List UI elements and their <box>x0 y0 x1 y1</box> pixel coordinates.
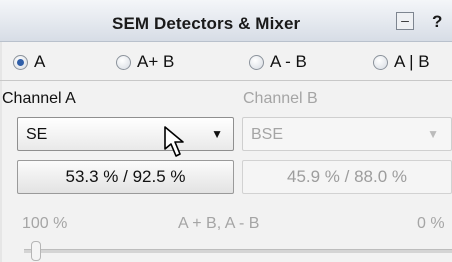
window-title: SEM Detectors & Mixer <box>112 14 301 33</box>
radio-icon <box>249 54 264 70</box>
channel-a-values-button[interactable]: 53.3 % / 92.5 % <box>17 160 234 194</box>
radio-label: A - B <box>270 52 307 71</box>
channel-b-values-button[interactable]: 45.9 % / 88.0 % <box>242 160 452 194</box>
mixer-slider-track[interactable] <box>24 249 452 253</box>
radio-label: A+ B <box>137 52 175 71</box>
chevron-down-icon: ▼ <box>211 127 223 141</box>
channel-a-label: Channel A <box>2 90 76 107</box>
radio-mode-a-or-b[interactable]: A | B <box>373 52 430 72</box>
channel-a-detector-value: SE <box>26 126 48 143</box>
help-button[interactable]: ? <box>432 12 442 32</box>
radio-label: A | B <box>394 52 430 71</box>
mixer-slider-thumb[interactable] <box>31 241 41 261</box>
mixer-left-label: 100 % <box>22 215 68 232</box>
radio-mode-a-plus-b[interactable]: A+ B <box>116 52 174 72</box>
chevron-down-icon: ▼ <box>427 127 439 141</box>
mode-radio-group: A A+ B A - B A | B <box>0 50 452 76</box>
title-bar: SEM Detectors & Mixer – ? <box>0 0 452 42</box>
channel-b-detector-select[interactable]: BSE ▼ <box>242 117 452 151</box>
radio-icon <box>373 54 388 70</box>
divider <box>0 80 452 81</box>
channel-a-detector-select[interactable]: SE ▼ <box>17 117 234 151</box>
radio-mode-a[interactable]: A <box>13 52 45 72</box>
mixer-mid-label: A + B, A - B <box>178 215 260 232</box>
channel-b-label: Channel B <box>243 90 318 107</box>
radio-label: A <box>34 52 46 71</box>
mouse-cursor-icon <box>164 126 184 157</box>
radio-mode-a-minus-b[interactable]: A - B <box>249 52 307 72</box>
channel-b-detector-value: BSE <box>251 126 284 143</box>
minimize-button[interactable]: – <box>396 12 414 30</box>
radio-icon <box>116 54 131 70</box>
radio-icon <box>13 54 28 70</box>
mixer-right-label: 0 % <box>417 215 445 232</box>
